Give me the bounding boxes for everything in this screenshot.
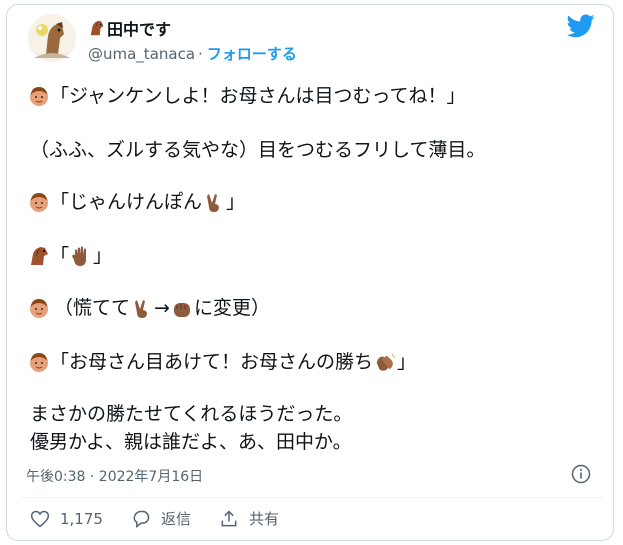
line-4-open: 「 [50, 245, 70, 267]
boy-face-emoji [30, 87, 48, 106]
boy-face-emoji [30, 353, 48, 372]
share-label: 共有 [248, 510, 279, 528]
reply-label: 返信 [160, 510, 191, 528]
reply-icon [133, 510, 150, 528]
victory-hand-emoji [207, 194, 220, 212]
handle-separator: · [198, 44, 203, 63]
action-bar: 1,175 返信 共有 [30, 508, 307, 529]
line-6-close: 」 [397, 351, 417, 373]
follow-button[interactable]: フォローする [207, 43, 297, 64]
victory-hand-emoji [135, 300, 148, 318]
line-3-open: 「じゃんけんぽん [50, 191, 203, 213]
tweet-line-8: 優男かよ、親は誰だよ、あ、田中か。 [30, 430, 352, 454]
tweet-line-3: 「じゃんけんぽん 」 [28, 190, 245, 214]
divider [20, 497, 603, 498]
reply-button[interactable]: 返信 [131, 508, 191, 529]
timestamp[interactable]: 午後0:38 · 2022年7月16日 [26, 466, 203, 486]
line-3-close: 」 [226, 191, 246, 213]
display-name[interactable]: 田中です [88, 16, 171, 40]
like-count: 1,175 [60, 509, 103, 528]
info-icon[interactable] [571, 464, 591, 484]
tweet-line-5: （慌てて → に変更） [28, 296, 270, 320]
twitter-bird-icon[interactable] [567, 14, 595, 38]
line-6-open: 「お母さん目あけて！お母さんの勝ち [50, 351, 374, 373]
avatar[interactable] [28, 14, 76, 62]
display-name-text: 田中です [107, 20, 172, 39]
line-5-arrow: → [154, 297, 170, 319]
tweet-line-4: 「 」 [28, 244, 112, 268]
tweet-line-2: （ふふ、ズルする気やな）目をつむるフリして薄目。 [30, 138, 485, 162]
like-button[interactable]: 1,175 [30, 509, 103, 529]
handle-row: @uma_tanaca · フォローする [88, 43, 297, 64]
line-7-text: まさかの勝たせてくれるほうだった。 [30, 403, 353, 425]
line-8-text: 優男かよ、親は誰だよ、あ、田中か。 [30, 431, 352, 453]
share-button[interactable]: 共有 [219, 508, 279, 529]
handle[interactable]: @uma_tanaca [88, 45, 195, 63]
heart-icon [30, 510, 50, 527]
line-2-text: （ふふ、ズルする気やな）目をつむるフリして薄目。 [30, 139, 486, 161]
horse-emoji [31, 247, 48, 265]
boy-face-emoji [30, 193, 48, 212]
tweet-line-7: まさかの勝たせてくれるほうだった。 [30, 402, 352, 426]
line-5-open: （慌てて [54, 297, 131, 319]
tweet-line-6: 「お母さん目あけて！お母さんの勝ち 」 [28, 350, 416, 374]
tweet-line-1: 「ジャンケンしよ！お母さんは目つむってね！」 [28, 84, 466, 108]
fist-emoji [173, 303, 190, 317]
raised-hand-emoji [72, 246, 87, 266]
horse-emoji [90, 20, 104, 36]
line-4-close: 」 [93, 245, 113, 267]
line-5-close: に変更） [193, 297, 270, 319]
boy-face-emoji [30, 299, 48, 318]
share-icon [221, 509, 237, 526]
clapping-hands-emoji [376, 353, 396, 371]
line-1-text: 「ジャンケンしよ！お母さんは目つむってね！」 [50, 85, 466, 107]
